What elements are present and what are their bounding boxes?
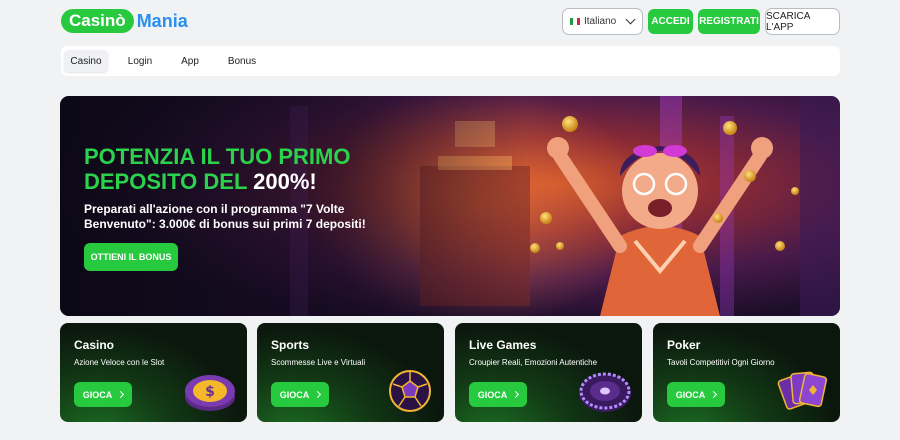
card-title: Poker: [667, 338, 701, 352]
playing-cards-icon: [777, 371, 828, 410]
play-button[interactable]: GIOCA: [667, 382, 725, 407]
logo-casino-text: Casinò: [61, 9, 134, 33]
logo[interactable]: Casinò Mania: [61, 9, 188, 33]
chevron-right-icon: [710, 390, 718, 399]
download-app-button[interactable]: SCARICA L'APP: [765, 8, 840, 35]
card-subtitle: Tavoli Competitivi Ogni Giorno: [667, 358, 775, 367]
category-card-poker[interactable]: Poker Tavoli Competitivi Ogni Giorno GIO…: [653, 323, 840, 422]
get-bonus-button[interactable]: OTTIENI IL BONUS: [84, 243, 178, 271]
svg-text:$: $: [205, 384, 215, 400]
nav-item-login[interactable]: Login: [122, 50, 158, 72]
register-button[interactable]: REGISTRATI: [698, 9, 760, 34]
card-title: Casino: [74, 338, 115, 352]
chevron-down-icon: [625, 14, 636, 25]
card-subtitle: Croupier Reali, Emozioni Autentiche: [469, 358, 598, 367]
nav-item-app[interactable]: App: [175, 50, 205, 72]
card-subtitle: Azione Veloce con le Slot: [74, 358, 165, 367]
italy-flag-icon: [570, 18, 580, 25]
hero-title: POTENZIA IL TUO PRIMO DEPOSITO DEL 200%!: [84, 144, 351, 194]
dollar-chip-icon: $: [185, 375, 235, 411]
category-card-live-games[interactable]: Live Games Croupier Reali, Emozioni Aute…: [455, 323, 642, 422]
top-nav: Casino Login App Bonus: [61, 46, 840, 76]
nav-item-casino[interactable]: Casino: [64, 50, 108, 72]
hero-banner[interactable]: POTENZIA IL TUO PRIMO DEPOSITO DEL 200%!…: [60, 96, 840, 316]
card-title: Sports: [271, 338, 310, 352]
category-card-casino[interactable]: Casino Azione Veloce con le Slot GIOCA $: [60, 323, 247, 422]
chevron-right-icon: [314, 390, 322, 399]
language-select[interactable]: Italiano: [562, 8, 643, 35]
play-button[interactable]: GIOCA: [469, 382, 527, 407]
nav-item-bonus[interactable]: Bonus: [224, 50, 260, 72]
language-label: Italiano: [584, 16, 617, 27]
hero-subtitle: Preparati all'azione con il programma "7…: [84, 202, 366, 231]
card-subtitle: Scommesse Live e Virtuali: [271, 358, 366, 367]
logo-mania-text: Mania: [136, 10, 188, 31]
chevron-right-icon: [512, 390, 520, 399]
play-button[interactable]: GIOCA: [74, 382, 132, 407]
chevron-right-icon: [117, 390, 125, 399]
card-title: Live Games: [469, 338, 537, 352]
play-button[interactable]: GIOCA: [271, 382, 329, 407]
category-card-sports[interactable]: Sports Scommesse Live e Virtuali GIOCA: [257, 323, 444, 422]
soccer-ball-icon: [389, 370, 431, 412]
login-button[interactable]: ACCEDI: [648, 9, 693, 34]
roulette-wheel-icon: [579, 372, 631, 412]
